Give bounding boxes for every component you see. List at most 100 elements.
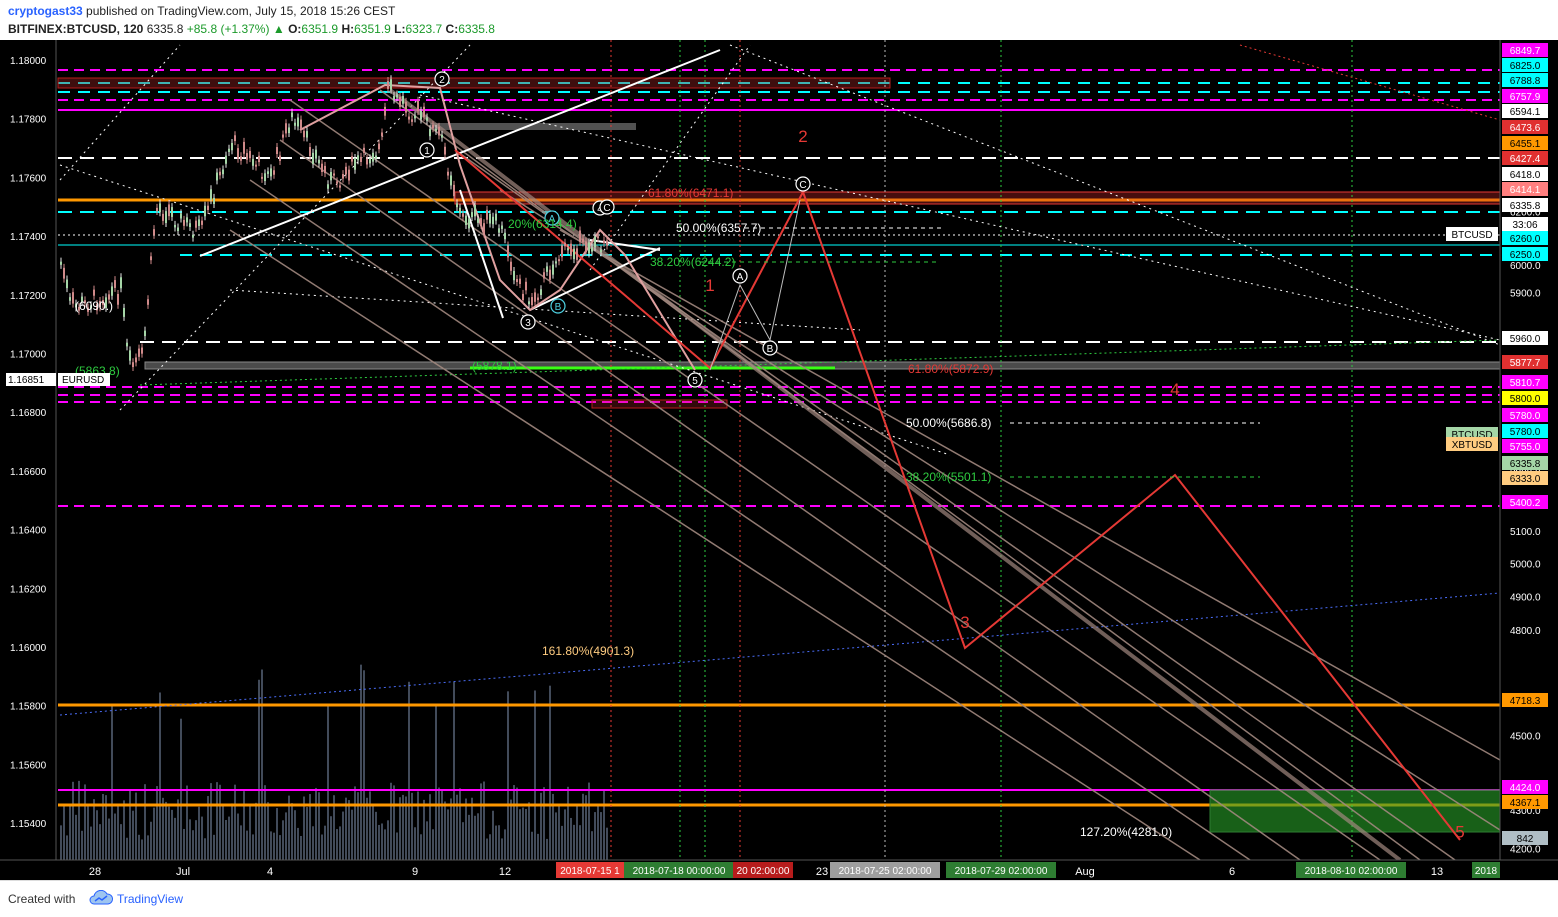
volume-bar <box>252 834 254 860</box>
wave-label: B <box>767 344 774 355</box>
volume-bar <box>384 829 386 860</box>
candle-body <box>525 281 527 291</box>
volume-bar <box>75 814 77 860</box>
left-axis-tick: 1.16200 <box>10 584 47 595</box>
volume-bar <box>198 806 200 860</box>
candle-body <box>264 173 266 182</box>
candle-body <box>522 293 524 301</box>
volume-bar <box>96 810 98 860</box>
candle-body <box>228 148 230 153</box>
candle-body <box>402 95 404 104</box>
volume-bar <box>210 783 212 860</box>
volume-bar <box>489 834 491 860</box>
candle-body <box>588 242 590 254</box>
price-level-label: 6757.9 <box>1510 92 1541 103</box>
volume-bar <box>195 820 197 860</box>
volume-bar <box>234 784 236 860</box>
volume-bar <box>432 829 434 860</box>
tradingview-cloud-icon[interactable] <box>88 890 114 906</box>
volume-bar <box>453 681 455 860</box>
candle-body <box>279 155 281 161</box>
tradingview-link[interactable]: TradingView <box>117 892 183 906</box>
candle-body <box>456 203 458 208</box>
candle-body <box>324 165 326 174</box>
candle-body <box>333 173 335 176</box>
candle-body <box>576 248 578 260</box>
candle-body <box>312 152 314 165</box>
volume-bar <box>498 825 500 860</box>
price-chart[interactable]: 12345ABCABC 50.00%(6357.7)38.20%(6244.2)… <box>0 40 1558 889</box>
volume-bar <box>546 838 548 860</box>
volume-bar <box>531 831 533 860</box>
volume-bar <box>342 811 344 860</box>
time-axis-tick: 9 <box>412 866 418 878</box>
volume-bar <box>486 838 488 860</box>
candle-body <box>240 156 242 161</box>
candle-body <box>276 147 278 155</box>
candle-body <box>531 297 533 306</box>
candle-body <box>501 225 503 229</box>
candle-body <box>138 348 140 357</box>
volume-bars <box>60 664 608 860</box>
wave-label: 3 <box>525 318 531 329</box>
resistance-zone <box>57 77 891 89</box>
candle-body <box>234 135 236 142</box>
volume-bar <box>447 809 449 860</box>
volume-bar <box>177 799 179 860</box>
candle-body <box>327 184 329 189</box>
candle-body <box>366 159 368 165</box>
volume-bar <box>159 692 161 860</box>
volume-bar <box>108 818 110 860</box>
candle-body <box>261 176 263 179</box>
volume-bar <box>567 786 569 860</box>
volume-bar <box>276 808 278 860</box>
candle-body <box>141 347 143 354</box>
dotted-trendline <box>229 289 861 331</box>
fib-label: 127.20%(4281.0) <box>1080 825 1172 839</box>
price-level-label: 6260.0 <box>1510 234 1541 245</box>
candle-body <box>69 297 71 301</box>
close-label: C: <box>445 22 459 36</box>
candle-body <box>378 143 380 150</box>
candle-body <box>420 110 422 120</box>
candle-body <box>294 122 296 126</box>
volume-bar <box>261 669 263 860</box>
candle-body <box>246 153 248 160</box>
price-level-label: 33:06 <box>1512 220 1537 231</box>
open-value: 6351.9 <box>301 22 339 36</box>
author-link[interactable]: cryptogast33 <box>8 4 83 18</box>
volume-bar <box>462 822 464 860</box>
candle-body <box>183 219 185 226</box>
candle-body <box>597 236 599 239</box>
volume-bar <box>231 803 233 860</box>
volume-bar <box>519 809 521 860</box>
volume-bar <box>588 782 590 860</box>
candle-body <box>120 277 122 289</box>
candle-body <box>315 149 317 159</box>
eurusd-current-value: 1.16851 <box>8 375 45 386</box>
volume-bar <box>255 802 257 860</box>
candle-body <box>201 220 203 225</box>
candle-body <box>132 362 134 368</box>
chart-area[interactable]: 12345ABCABC 50.00%(6357.7)38.20%(6244.2)… <box>0 40 1558 889</box>
volume-bar <box>90 826 92 860</box>
volume-bar <box>606 827 608 860</box>
volume-bar <box>555 812 557 860</box>
volume-bar <box>363 670 365 860</box>
price-level-label: 5780.0 <box>1510 427 1541 438</box>
volume-bar <box>528 802 530 860</box>
projected-wave-label: 5 <box>1455 822 1464 841</box>
candle-body <box>198 219 200 226</box>
volume-bar <box>438 787 440 860</box>
candle-body <box>360 156 362 162</box>
volume-bar <box>327 705 329 860</box>
candle-body <box>291 112 293 118</box>
candle-body <box>477 218 479 223</box>
volume-bar <box>600 812 602 860</box>
candle-body <box>126 342 128 347</box>
volume-bar <box>219 784 221 860</box>
volume-bar <box>594 812 596 860</box>
pitchfork-lines <box>229 89 1501 861</box>
volume-bar <box>591 831 593 860</box>
time-marker-label: 2018-08-10 02:00:00 <box>1305 866 1398 877</box>
